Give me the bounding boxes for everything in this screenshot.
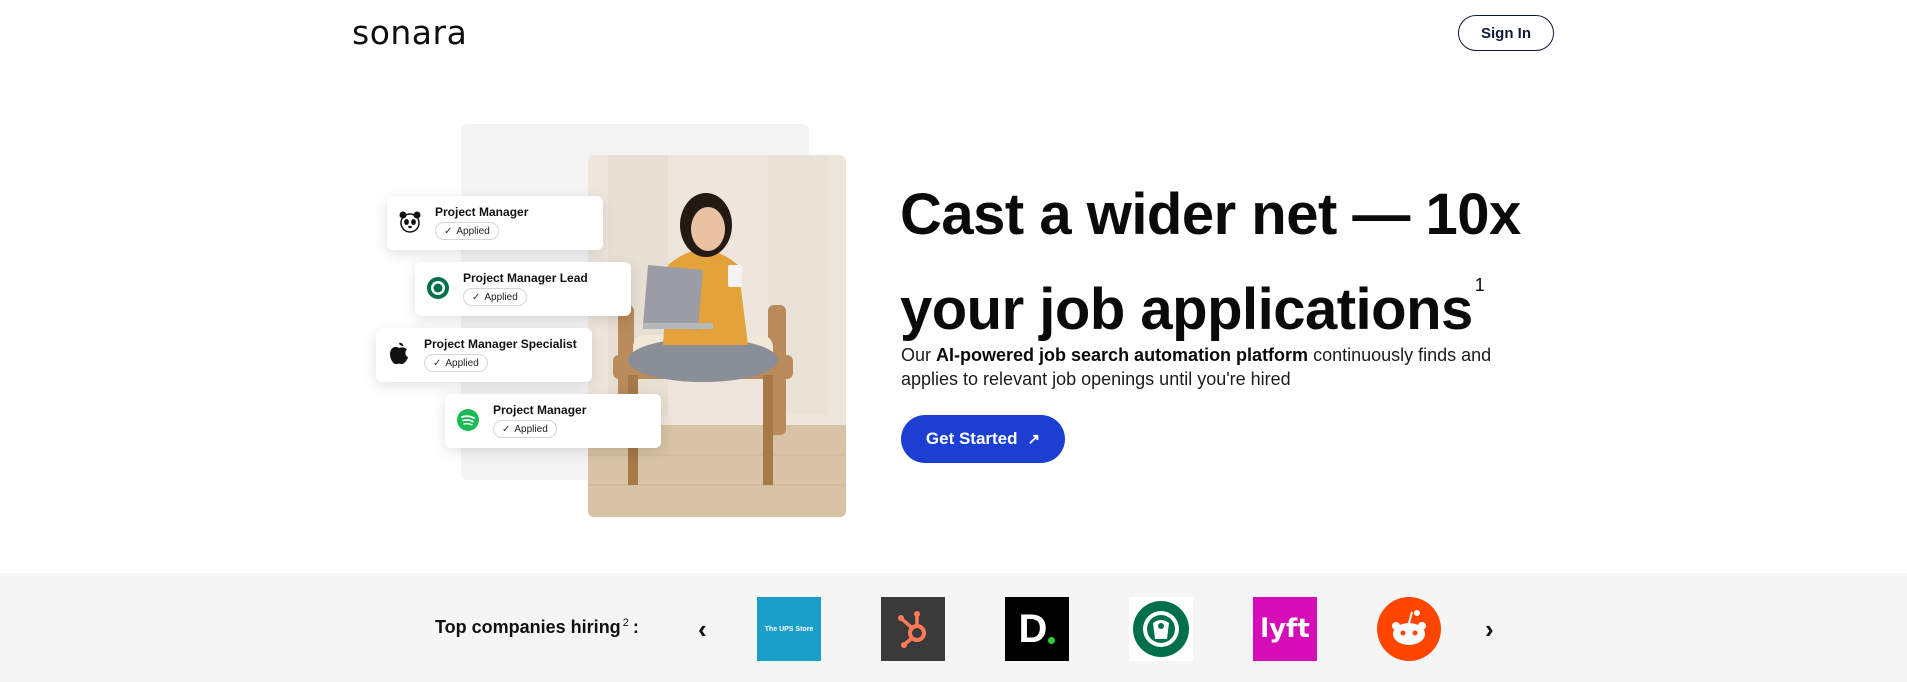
applied-badge: ✓ Applied xyxy=(424,354,488,372)
starbucks-logo[interactable] xyxy=(1129,597,1193,661)
green-dot-icon xyxy=(1048,636,1056,644)
footnote-1: 1 xyxy=(1474,275,1485,295)
carousel-prev-button[interactable]: ‹ xyxy=(698,614,707,644)
spotify-icon xyxy=(455,407,481,433)
wwf-panda-icon xyxy=(397,209,423,235)
the-ups-store-logo[interactable]: The UPS Store xyxy=(757,597,821,661)
job-title: Project Manager Lead xyxy=(463,271,588,285)
job-card: Project Manager Specialist ✓ Applied xyxy=(376,328,592,382)
hero-headline: Cast a wider net — 10x your job applicat… xyxy=(900,182,1521,342)
job-title: Project Manager Specialist xyxy=(424,337,577,351)
companies-strip xyxy=(0,573,1907,682)
hero-subtitle: Our AI-powered job search automation pla… xyxy=(901,345,1492,389)
sign-in-button[interactable]: Sign In xyxy=(1458,15,1554,51)
sonara-logo[interactable]: sonara xyxy=(352,16,467,50)
get-started-button[interactable]: Get Started ↗ xyxy=(901,415,1065,463)
hubspot-logo[interactable] xyxy=(881,597,945,661)
applied-badge: ✓ Applied xyxy=(463,288,527,306)
reddit-logo[interactable] xyxy=(1377,597,1441,661)
starbucks-icon xyxy=(425,275,451,301)
reddit-alien-icon xyxy=(1377,597,1441,661)
applied-badge: ✓ Applied xyxy=(435,222,499,240)
hubspot-sprocket-icon xyxy=(898,611,926,648)
check-icon: ✓ xyxy=(502,423,511,435)
doordash-d-logo[interactable]: D xyxy=(1005,597,1069,661)
job-card: Project Manager ✓ Applied xyxy=(387,196,603,250)
check-icon: ✓ xyxy=(433,357,442,369)
job-card: Project Manager Lead ✓ Applied xyxy=(415,262,631,316)
check-icon: ✓ xyxy=(444,225,453,237)
lyft-logo[interactable]: lyft xyxy=(1253,597,1317,661)
job-title: Project Manager xyxy=(435,205,529,219)
job-card: Project Manager ✓ Applied xyxy=(445,394,661,448)
job-title: Project Manager xyxy=(493,403,587,417)
carousel-next-button[interactable]: › xyxy=(1485,614,1494,644)
starbucks-siren-icon xyxy=(1133,601,1189,657)
hero-photo xyxy=(588,155,846,517)
applied-badge: ✓ Applied xyxy=(493,420,557,438)
apple-icon xyxy=(386,341,412,367)
arrow-up-right-icon: ↗ xyxy=(1027,431,1041,448)
companies-label: Top companies hiring 2: xyxy=(435,617,639,637)
woman-on-chair-illustration xyxy=(588,155,846,517)
check-icon: ✓ xyxy=(472,291,481,303)
